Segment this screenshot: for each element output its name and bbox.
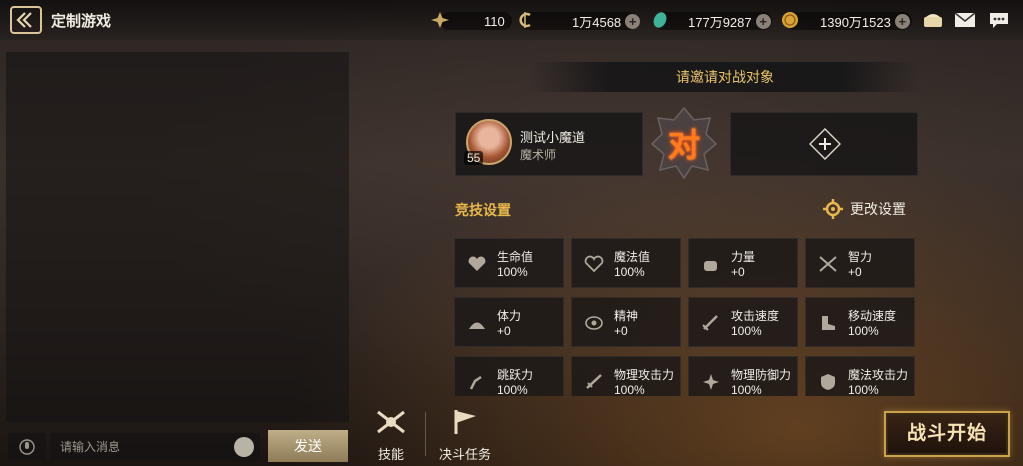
- gear-icon: [823, 199, 843, 219]
- add-coin-button[interactable]: +: [625, 13, 641, 29]
- change-settings-button[interactable]: 更改设置: [822, 198, 906, 220]
- stat-cell-str: 力量 +0: [688, 238, 798, 288]
- stat-name: 物理防御力: [731, 368, 792, 382]
- stat-name: 攻击速度: [731, 309, 780, 323]
- stat-cell-magic-atk: 魔法攻击力 100%: [805, 356, 915, 396]
- add-opponent-icon: [809, 128, 841, 160]
- skill-swords-icon: [377, 410, 405, 434]
- treasure-box-icon[interactable]: [922, 11, 944, 29]
- stat-value: 100%: [848, 383, 879, 396]
- vs-emblem: 对: [650, 106, 718, 180]
- emoji-icon[interactable]: [234, 437, 254, 457]
- stat-value: 100%: [614, 383, 645, 396]
- coin-c-icon: [519, 12, 531, 28]
- skill-button[interactable]: 技能: [368, 408, 414, 463]
- stat-name: 物理攻击力: [614, 368, 675, 382]
- stat-cell-jump: 跳跃力 100%: [454, 356, 564, 396]
- stat-cell-phys-atk: 物理攻击力 100%: [571, 356, 681, 396]
- stat-value: +0: [497, 324, 511, 338]
- start-battle-button[interactable]: 战斗开始: [884, 411, 1010, 457]
- stat-value: 100%: [614, 265, 645, 279]
- stat-value: 100%: [731, 324, 762, 338]
- player-name: 测试小魔道: [520, 130, 586, 145]
- stat-value: +0: [731, 265, 745, 279]
- stat-name: 移动速度: [848, 309, 897, 323]
- voice-button[interactable]: [8, 433, 46, 461]
- stamina-icon: [469, 322, 485, 329]
- resource-coin: 1万4568 +: [572, 11, 641, 31]
- stat-name: 力量: [731, 250, 756, 264]
- stat-name: 生命值: [497, 250, 534, 264]
- duel-task-label: 决斗任务: [438, 447, 491, 462]
- stat-name: 魔法攻击力: [848, 368, 909, 382]
- stat-cell-spr: 精神 +0: [571, 297, 681, 347]
- stat-cell-mp: 魔法值 100%: [571, 238, 681, 288]
- invite-banner: 请邀请对战对象: [530, 62, 920, 92]
- back-button[interactable]: [10, 6, 42, 34]
- fatigue-star-icon: [431, 12, 449, 28]
- resource-value: 1390万1523: [820, 14, 891, 30]
- arena-settings-title: 竞技设置: [455, 202, 511, 218]
- vs-label: 对: [667, 127, 700, 163]
- player-class: 魔术师: [520, 148, 557, 162]
- sword-icon: [586, 374, 602, 389]
- stat-value: +0: [848, 265, 862, 279]
- stat-cell-hp: 生命值 100%: [454, 238, 564, 288]
- resource-value: 177万9287: [688, 14, 752, 30]
- player-level: 55: [464, 151, 484, 165]
- top-bar: 定制游戏 110 1万4568 + 177万9287 + 1390万1523 +: [0, 0, 1023, 40]
- skill-label: 技能: [377, 447, 404, 462]
- stat-cell-vit: 体力 +0: [454, 297, 564, 347]
- resource-value: 110: [484, 13, 505, 29]
- stat-value: 100%: [497, 265, 528, 279]
- flag-icon: [454, 410, 476, 434]
- resource-gold: 1390万1523 +: [820, 11, 910, 31]
- stat-cell-move-speed: 移动速度 100%: [805, 297, 915, 347]
- resource-fatigue: 110: [484, 11, 505, 31]
- stat-value: 100%: [848, 324, 879, 338]
- invite-opponent-slot[interactable]: [730, 112, 918, 176]
- page-title: 定制游戏: [51, 13, 112, 30]
- add-gold-button[interactable]: +: [894, 13, 910, 29]
- spirit-eye-icon: [585, 316, 603, 330]
- stat-value: 100%: [731, 383, 762, 396]
- heart-icon: [468, 256, 486, 271]
- resource-gem: 177万9287 +: [688, 11, 771, 31]
- jump-icon: [469, 375, 482, 390]
- stat-name: 精神: [614, 309, 639, 323]
- stat-value: +0: [614, 324, 628, 338]
- stat-grid: 生命值 100% 魔法值 100% 力量 +0 智力 +0 体力 +0 精神 +…: [448, 230, 924, 396]
- sword-speed-icon: [702, 315, 718, 331]
- fist-icon: [704, 261, 717, 271]
- shield-burst-icon: [703, 374, 719, 390]
- divider: [425, 412, 426, 456]
- duel-task-button[interactable]: 决斗任务: [432, 408, 498, 463]
- back-arrow-icon: [16, 12, 32, 28]
- stat-name: 智力: [848, 250, 873, 264]
- boot-icon: [822, 316, 835, 330]
- gold-coin-icon: [782, 12, 798, 28]
- stat-cell-phys-def: 物理防御力 100%: [688, 356, 798, 396]
- stat-name: 体力: [497, 309, 522, 323]
- player-card[interactable]: 55 测试小魔道 魔术师: [455, 112, 643, 176]
- crossed-wands-icon: [819, 256, 837, 272]
- change-settings-label: 更改设置: [850, 201, 906, 217]
- add-gem-button[interactable]: +: [755, 13, 771, 29]
- mana-heart-icon: [584, 255, 604, 273]
- green-gem-icon: [653, 12, 667, 28]
- stat-name: 跳跃力: [497, 368, 534, 382]
- send-button[interactable]: 发送: [268, 430, 348, 462]
- chat-message-input[interactable]: 请输入消息: [50, 433, 260, 461]
- stat-value: 100%: [497, 383, 528, 396]
- magic-shield-icon: [821, 374, 835, 390]
- microphone-icon: [19, 439, 35, 455]
- stat-name: 魔法值: [614, 250, 651, 264]
- chat-bubble-icon[interactable]: [988, 11, 1010, 29]
- stat-cell-atk-speed: 攻击速度 100%: [688, 297, 798, 347]
- chat-log-panel[interactable]: [6, 52, 349, 422]
- stat-cell-int: 智力 +0: [805, 238, 915, 288]
- resource-value: 1万4568: [572, 14, 622, 30]
- mail-icon[interactable]: [954, 11, 976, 29]
